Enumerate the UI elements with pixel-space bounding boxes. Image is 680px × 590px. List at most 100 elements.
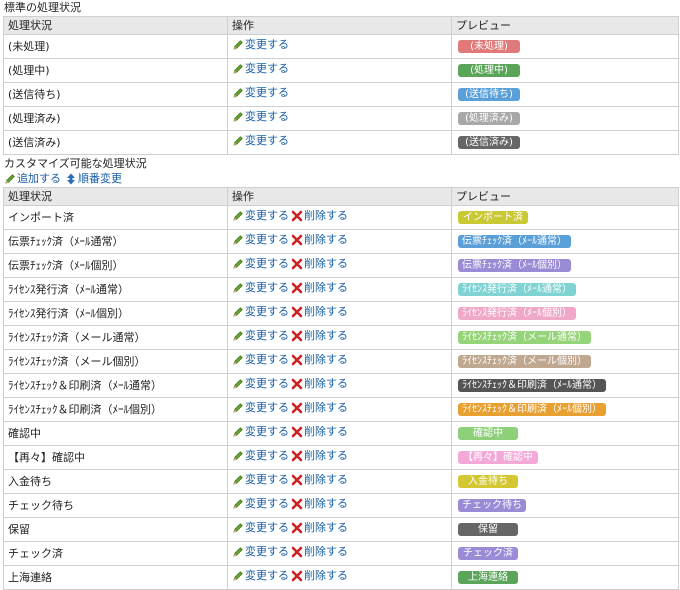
pencil-icon	[233, 427, 243, 437]
change-button[interactable]: 変更する	[232, 447, 289, 467]
change-button[interactable]: 変更する	[232, 207, 289, 227]
change-label: 変更する	[245, 281, 289, 294]
table-row: (送信待ち) 変更する (送信待ち)	[3, 82, 679, 107]
add-button[interactable]: 追加する	[4, 172, 61, 186]
pencil-icon	[233, 283, 243, 293]
pencil-icon	[233, 571, 243, 581]
delete-label: 削除する	[304, 401, 348, 414]
change-button[interactable]: 変更する	[232, 132, 289, 152]
delete-button[interactable]: 削除する	[291, 279, 348, 299]
delete-label: 削除する	[304, 281, 348, 294]
change-button[interactable]: 変更する	[232, 399, 289, 419]
change-label: 変更する	[245, 377, 289, 390]
status-badge: (未処理)	[458, 40, 520, 53]
header-status: 処理状況	[3, 16, 228, 35]
delete-label: 削除する	[304, 545, 348, 558]
status-badge: 【再々】確認中	[458, 451, 538, 464]
operation-cell: 変更する 削除する	[227, 253, 452, 278]
change-button[interactable]: 変更する	[232, 255, 289, 275]
pencil-icon	[233, 523, 243, 533]
pencil-icon	[233, 235, 243, 245]
delete-button[interactable]: 削除する	[291, 351, 348, 371]
reorder-button[interactable]: 順番変更	[65, 172, 122, 186]
status-name: ﾗｲｾﾝｽﾁｪｯｸ＆印刷済（ﾒｰﾙ個別）	[3, 397, 228, 422]
operation-cell: 変更する 削除する	[227, 277, 452, 302]
pencil-icon	[233, 259, 243, 269]
table-row: チェック済 変更する 削除する チェック済	[3, 541, 679, 566]
change-button[interactable]: 変更する	[232, 327, 289, 347]
x-icon	[291, 258, 303, 270]
delete-label: 削除する	[304, 257, 348, 270]
status-name: 伝票ﾁｪｯｸ済（ﾒｰﾙ通常）	[3, 229, 228, 254]
status-badge: インポート済	[458, 211, 528, 224]
pencil-icon	[233, 112, 243, 122]
x-icon	[291, 546, 303, 558]
change-button[interactable]: 変更する	[232, 84, 289, 104]
change-button[interactable]: 変更する	[232, 303, 289, 323]
delete-label: 削除する	[304, 473, 348, 486]
change-button[interactable]: 変更する	[232, 471, 289, 491]
delete-button[interactable]: 削除する	[291, 543, 348, 563]
table-row: ﾗｲｾﾝｽﾁｪｯｸ済（メール個別） 変更する 削除する ﾗｲｾﾝｽﾁｪｯｸ済（メール個…	[3, 349, 679, 374]
change-label: 変更する	[245, 497, 289, 510]
change-button[interactable]: 変更する	[232, 231, 289, 251]
delete-button[interactable]: 削除する	[291, 231, 348, 251]
reorder-label: 順番変更	[78, 172, 122, 185]
delete-button[interactable]: 削除する	[291, 327, 348, 347]
preview-cell: 【再々】確認中	[451, 445, 679, 470]
preview-cell: 伝票ﾁｪｯｸ済（ﾒｰﾙ個別）	[451, 253, 679, 278]
preview-cell: ﾗｲｾﾝｽ発行済（ﾒｰﾙ個別）	[451, 301, 679, 326]
delete-button[interactable]: 削除する	[291, 567, 348, 587]
table-row: ﾗｲｾﾝｽﾁｪｯｸ＆印刷済（ﾒｰﾙ通常） 変更する 削除する ﾗｲｾﾝｽﾁｪｯｸ＆印刷…	[3, 373, 679, 398]
delete-button[interactable]: 削除する	[291, 207, 348, 227]
preview-cell: ﾗｲｾﾝｽﾁｪｯｸ＆印刷済（ﾒｰﾙ個別）	[451, 397, 679, 422]
table-row: 上海連絡 変更する 削除する 上海連絡	[3, 565, 679, 590]
change-label: 変更する	[245, 425, 289, 438]
change-label: 変更する	[245, 305, 289, 318]
change-button[interactable]: 変更する	[232, 567, 289, 587]
change-button[interactable]: 変更する	[232, 543, 289, 563]
delete-button[interactable]: 削除する	[291, 471, 348, 491]
change-button[interactable]: 変更する	[232, 423, 289, 443]
x-icon	[291, 354, 303, 366]
change-button[interactable]: 変更する	[232, 519, 289, 539]
table-row: インポート済 変更する 削除する インポート済	[3, 205, 679, 230]
standard-section-title: 標準の処理状況	[4, 1, 81, 14]
change-button[interactable]: 変更する	[232, 351, 289, 371]
status-name: (未処理)	[3, 34, 228, 59]
delete-label: 削除する	[304, 209, 348, 222]
change-label: 変更する	[245, 86, 289, 99]
change-label: 変更する	[245, 257, 289, 270]
delete-label: 削除する	[304, 569, 348, 582]
delete-button[interactable]: 削除する	[291, 423, 348, 443]
status-name: ﾗｲｾﾝｽﾁｪｯｸ済（メール通常）	[3, 325, 228, 350]
change-button[interactable]: 変更する	[232, 279, 289, 299]
table-row: 確認中 変更する 削除する 確認中	[3, 421, 679, 446]
table-row: チェック待ち 変更する 削除する チェック待ち	[3, 493, 679, 518]
change-button[interactable]: 変更する	[232, 36, 289, 56]
x-icon	[291, 570, 303, 582]
pencil-icon	[233, 88, 243, 98]
delete-button[interactable]: 削除する	[291, 519, 348, 539]
preview-cell: 入金待ち	[451, 469, 679, 494]
table-header-row: 処理状況 操作 プレビュー	[3, 16, 679, 35]
table-row: ﾗｲｾﾝｽ発行済（ﾒｰﾙ個別） 変更する 削除する ﾗｲｾﾝｽ発行済（ﾒｰﾙ個別）	[3, 301, 679, 326]
operation-cell: 変更する 削除する	[227, 541, 452, 566]
delete-button[interactable]: 削除する	[291, 375, 348, 395]
delete-button[interactable]: 削除する	[291, 495, 348, 515]
status-name: 伝票ﾁｪｯｸ済（ﾒｰﾙ個別）	[3, 253, 228, 278]
table-row: 【再々】確認中 変更する 削除する 【再々】確認中	[3, 445, 679, 470]
change-button[interactable]: 変更する	[232, 495, 289, 515]
change-button[interactable]: 変更する	[232, 375, 289, 395]
delete-label: 削除する	[304, 497, 348, 510]
change-button[interactable]: 変更する	[232, 60, 289, 80]
delete-button[interactable]: 削除する	[291, 303, 348, 323]
status-name: 確認中	[3, 421, 228, 446]
delete-button[interactable]: 削除する	[291, 255, 348, 275]
delete-button[interactable]: 削除する	[291, 399, 348, 419]
pencil-icon	[233, 211, 243, 221]
change-button[interactable]: 変更する	[232, 108, 289, 128]
preview-cell: (処理済み)	[451, 106, 679, 131]
status-name: 入金待ち	[3, 469, 228, 494]
delete-button[interactable]: 削除する	[291, 447, 348, 467]
